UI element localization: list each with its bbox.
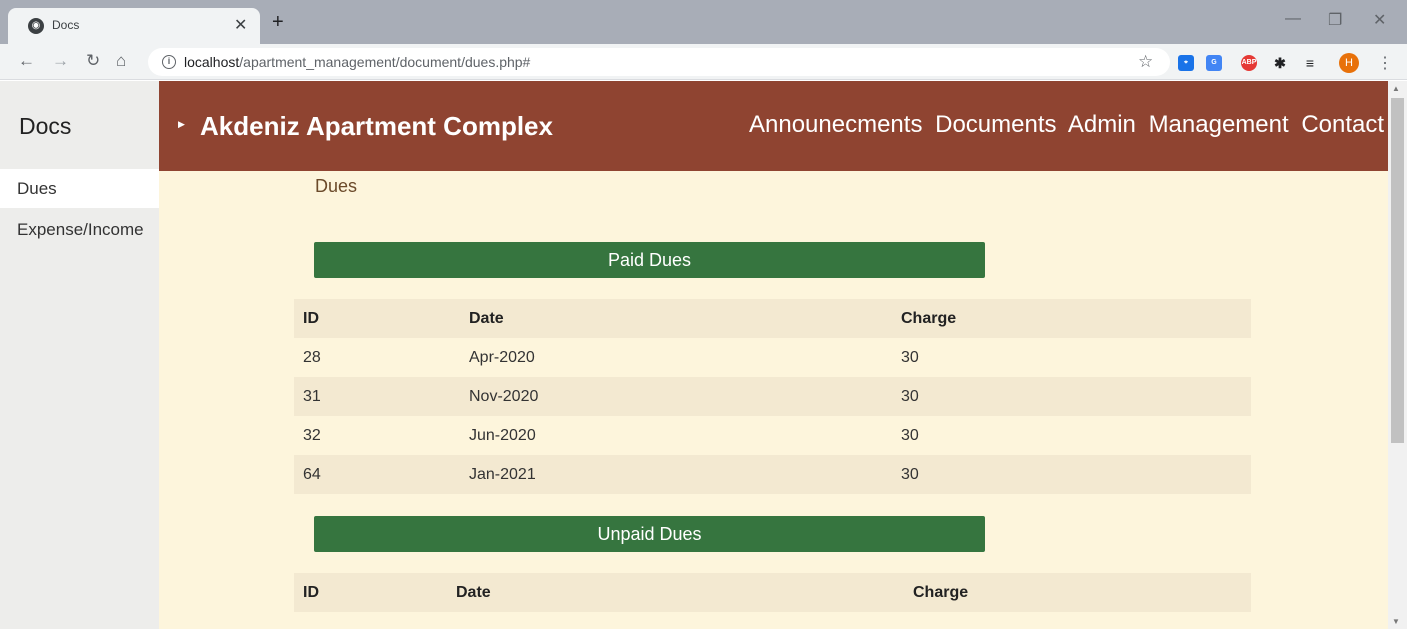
url-text: localhost/apartment_management/document/…: [184, 54, 531, 70]
home-icon[interactable]: ⌂: [116, 52, 126, 70]
cell-date: Jun-2020: [469, 427, 536, 444]
col-charge: Charge: [913, 584, 969, 601]
profile-avatar[interactable]: H: [1339, 53, 1359, 73]
cell-charge: 30: [901, 349, 919, 366]
unpaid-dues-bar: Unpaid Dues: [314, 516, 985, 552]
cell-id: 31: [303, 388, 321, 405]
bookmark-star-icon[interactable]: ☆: [1138, 52, 1153, 72]
cell-date: Jan-2021: [469, 466, 536, 483]
table-row: 32 Jun-2020 30: [294, 416, 1251, 455]
paid-dues-bar: Paid Dues: [314, 242, 985, 278]
sidebar-title: Docs: [19, 113, 72, 139]
site-header: ▶ Akdeniz Apartment Complex Announecment…: [159, 81, 1388, 171]
nav-announcements[interactable]: Announecments: [749, 111, 922, 138]
cell-date: Nov-2020: [469, 388, 539, 405]
paid-dues-table: ID Date Charge 28 Apr-2020 30 31 Nov-202…: [294, 299, 1251, 494]
breadcrumb: Dues: [315, 176, 358, 196]
cell-charge: 30: [901, 466, 919, 483]
reload-icon[interactable]: ↻: [86, 52, 100, 70]
col-id: ID: [303, 310, 319, 327]
nav-contact[interactable]: Contact: [1301, 111, 1384, 138]
browser-tab[interactable]: ◉ Docs ✕: [8, 8, 260, 44]
sidebar-item-expense-income[interactable]: Expense/Income: [0, 210, 159, 249]
scroll-up-icon[interactable]: ▲: [1392, 84, 1400, 93]
window-close-icon[interactable]: ✕: [1373, 10, 1386, 30]
globe-icon: ◉: [28, 18, 44, 34]
site-brand[interactable]: Akdeniz Apartment Complex: [200, 111, 553, 142]
page-scrollbar[interactable]: ▲ ▼: [1388, 81, 1407, 629]
nav-admin[interactable]: Admin: [1068, 111, 1136, 138]
col-charge: Charge: [901, 310, 957, 327]
table-row: 64 Jan-2021 30: [294, 455, 1251, 494]
scrollbar-thumb[interactable]: [1391, 98, 1404, 443]
browser-tabstrip: ◉ Docs ✕ + — ❐ ✕: [0, 0, 1407, 44]
cell-id: 32: [303, 427, 321, 444]
cell-charge: 30: [901, 427, 919, 444]
cell-date: Apr-2020: [469, 349, 535, 366]
cell-charge: 30: [901, 388, 919, 405]
forward-icon[interactable]: →: [52, 52, 69, 70]
col-date: Date: [469, 310, 504, 327]
table-row: 31 Nov-2020 30: [294, 377, 1251, 416]
cell-id: 28: [303, 349, 321, 366]
close-icon[interactable]: ✕: [234, 15, 247, 35]
address-bar[interactable]: i localhost/apartment_management/documen…: [148, 48, 1170, 76]
cell-id: 64: [303, 466, 321, 483]
table-header-row: ID Date Charge: [294, 299, 1251, 338]
puzzle-icon[interactable]: ✱: [1272, 55, 1288, 71]
table-row: 28 Apr-2020 30: [294, 338, 1251, 377]
table-header-row: ID Date Charge: [294, 573, 1251, 612]
unpaid-dues-table: ID Date Charge: [294, 573, 1251, 629]
nav-documents[interactable]: Documents: [935, 111, 1056, 138]
col-id: ID: [303, 584, 319, 601]
adblock-icon[interactable]: ABP: [1241, 55, 1257, 71]
back-icon[interactable]: ←: [18, 52, 35, 70]
scroll-down-icon[interactable]: ▼: [1392, 617, 1400, 626]
nav-management[interactable]: Management: [1149, 111, 1289, 138]
translate-icon[interactable]: G: [1206, 55, 1222, 71]
new-tab-icon[interactable]: +: [272, 12, 284, 32]
col-date: Date: [456, 584, 491, 601]
info-icon[interactable]: i: [162, 55, 176, 69]
browser-toolbar: ← → ↻ ⌂ i localhost/apartment_management…: [0, 44, 1407, 80]
restore-icon[interactable]: ❐: [1328, 10, 1342, 30]
tab-title: Docs: [52, 18, 80, 32]
reading-list-icon[interactable]: ≡: [1302, 55, 1318, 71]
caret-right-icon[interactable]: ▶: [178, 119, 185, 130]
sidebar: Docs Dues Expense/Income: [0, 81, 159, 629]
menu-icon[interactable]: ⋮: [1377, 53, 1393, 73]
extension-icon[interactable]: ⌖: [1178, 55, 1194, 71]
main-nav: Announecments Documents Admin Management…: [749, 111, 1388, 139]
sidebar-item-dues[interactable]: Dues: [0, 169, 159, 208]
minimize-icon[interactable]: —: [1285, 10, 1301, 28]
